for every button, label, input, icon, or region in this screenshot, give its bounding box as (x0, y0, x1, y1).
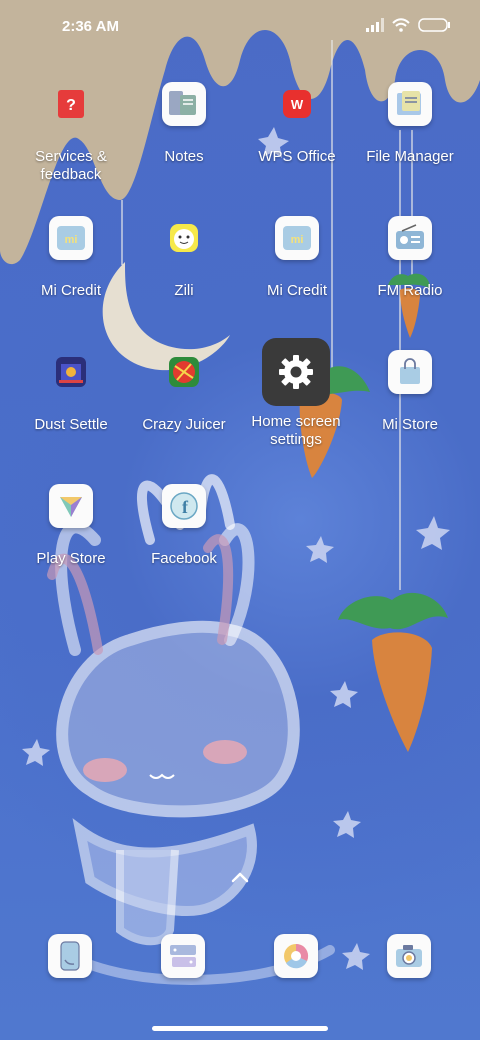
signal-icon (366, 18, 384, 32)
app-services-feedback[interactable]: ? Services & feedback (15, 82, 127, 184)
help-icon: ? (49, 82, 93, 126)
app-mi-credit-2[interactable]: mi Mi Credit (241, 216, 353, 300)
svg-text:f: f (182, 497, 189, 517)
app-label: File Manager (366, 148, 454, 165)
dock (0, 930, 480, 986)
app-zili[interactable]: Zili (128, 216, 240, 300)
app-dust-settle[interactable]: Dust Settle (15, 350, 127, 434)
app-label: WPS Office (258, 148, 336, 165)
fruit-icon (162, 350, 206, 394)
app-mi-credit[interactable]: mi Mi Credit (15, 216, 127, 300)
app-label: Play Store (36, 550, 106, 567)
home-screen-settings-label: Home screen settings (251, 413, 341, 448)
game-icon (49, 350, 93, 394)
app-wps-office[interactable]: W WPS Office (241, 82, 353, 166)
app-label: Zili (174, 282, 194, 299)
radio-icon (388, 216, 432, 260)
svg-text:mi: mi (291, 234, 304, 246)
status-bar: 2:36 AM (0, 0, 480, 56)
wps-icon: W (275, 82, 319, 126)
store-bag-icon (388, 350, 432, 394)
svg-text:W: W (291, 97, 304, 112)
battery-icon (418, 18, 450, 32)
app-label: FM Radio (377, 282, 443, 299)
facebook-icon: f (162, 484, 206, 528)
svg-text:mi: mi (65, 234, 78, 246)
camera-icon[interactable] (387, 934, 431, 978)
app-drawer-chevron-up-icon[interactable] (228, 866, 252, 890)
status-time: 2:36 AM (62, 18, 119, 35)
svg-text:?: ? (66, 97, 76, 114)
app-facebook[interactable]: f Facebook (128, 484, 240, 568)
app-label: Notes (164, 148, 204, 165)
home-screen-settings-button[interactable] (262, 338, 330, 406)
notes-icon (162, 82, 206, 126)
app-notes[interactable]: Notes (128, 82, 240, 166)
app-label: Services & feedback (35, 148, 107, 183)
play-store-icon (49, 484, 93, 528)
messages-icon[interactable] (161, 934, 205, 978)
app-mi-store[interactable]: Mi Store (354, 350, 466, 434)
zili-icon (162, 216, 206, 260)
browser-icon[interactable] (274, 934, 318, 978)
mi-credit-icon: mi (49, 216, 93, 260)
app-label: Facebook (151, 550, 217, 567)
app-label: Mi Store (382, 416, 438, 433)
bunny-decoration (56, 620, 300, 818)
app-label: Mi Credit (266, 282, 327, 299)
wifi-icon (392, 18, 410, 32)
app-label: Mi Credit (40, 282, 101, 299)
phone-icon[interactable] (48, 934, 92, 978)
app-crazy-juicer[interactable]: Crazy Juicer (128, 350, 240, 434)
home-indicator[interactable] (152, 1026, 328, 1031)
folder-icon (388, 82, 432, 126)
app-play-store[interactable]: Play Store (15, 484, 127, 568)
gear-icon (279, 355, 313, 389)
app-label: Crazy Juicer (142, 416, 226, 433)
app-fm-radio[interactable]: FM Radio (354, 216, 466, 300)
app-file-manager[interactable]: File Manager (354, 82, 466, 166)
mi-credit-icon: mi (275, 216, 319, 260)
large-carrot-decoration (372, 632, 432, 752)
app-label: Dust Settle (34, 416, 108, 433)
